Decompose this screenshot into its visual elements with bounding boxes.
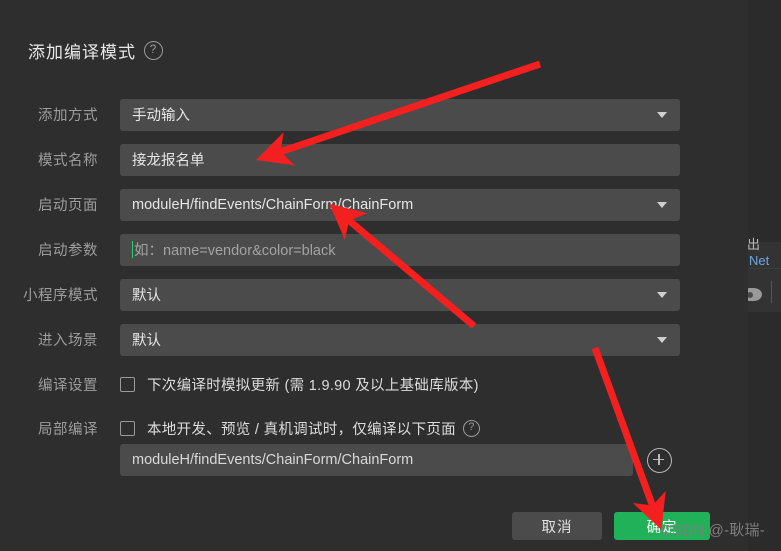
label-compile-settings: 编译设置 [38, 377, 98, 394]
label-miniprogram-mode: 小程序模式 [23, 288, 98, 304]
toolbar-divider [771, 281, 772, 303]
control-partial-compile: 本地开发、预览 / 真机调试时，仅编译以下页面 ? [120, 418, 748, 439]
input-start-params[interactable]: 如：name=vendor&color=black [120, 233, 680, 266]
checkbox-partial-compile-text: 本地开发、预览 / 真机调试时，仅编译以下页面 [147, 421, 456, 438]
input-compile-page[interactable]: moduleH/findEvents/ChainForm/ChainForm [120, 444, 633, 476]
devtools-panel-separator [748, 268, 781, 269]
control-mode-name: 接龙报名单 [120, 143, 748, 176]
control-enter-scene: 默认 [120, 323, 748, 356]
checkbox-simulate-update-label[interactable]: 下次编译时模拟更新 (需 1.9.90 及以上基础库版本) [147, 374, 479, 395]
form-row-add-method: 添加方式 手动输入 [0, 92, 748, 137]
control-start-page: moduleH/findEvents/ChainForm/ChainForm [120, 188, 748, 221]
input-mode-name[interactable]: 接龙报名单 [120, 143, 680, 176]
label-mode-name: 模式名称 [38, 153, 98, 169]
select-miniprogram-mode[interactable]: 默认 [120, 278, 680, 311]
input-mode-name-value: 接龙报名单 [132, 153, 205, 169]
question-circle-icon[interactable]: ? [144, 41, 163, 60]
label-partial-compile: 局部编译 [38, 421, 98, 438]
form-row-enter-scene: 进入场景 默认 [0, 317, 748, 362]
plus-circle-icon[interactable] [647, 447, 672, 473]
dialog-title: 添加编译模式 ? [28, 38, 163, 63]
devtools-tab-network[interactable]: Net [749, 253, 769, 268]
form-row-start-params: 启动参数 如：name=vendor&color=black [0, 227, 748, 272]
select-enter-scene-value: 默认 [132, 333, 161, 349]
chevron-down-icon [657, 336, 667, 343]
form-row-start-page: 启动页面 moduleH/findEvents/ChainForm/ChainF… [0, 182, 748, 227]
control-add-method: 手动输入 [120, 98, 748, 131]
checkbox-simulate-update-text: 下次编译时模拟更新 (需 1.9.90 及以上基础库版本) [147, 377, 479, 394]
chevron-down-icon [657, 291, 667, 298]
label-start-params: 启动参数 [38, 243, 98, 259]
input-start-params-placeholder: 如：name=vendor&color=black [134, 243, 336, 259]
input-compile-page-value: moduleH/findEvents/ChainForm/ChainForm [132, 452, 414, 468]
form-row-miniprogram-mode: 小程序模式 默认 [0, 272, 748, 317]
select-add-method[interactable]: 手动输入 [120, 98, 680, 131]
select-start-page-value: moduleH/findEvents/ChainForm/ChainForm [132, 196, 414, 213]
select-enter-scene[interactable]: 默认 [120, 323, 680, 356]
form-row-mode-name: 模式名称 接龙报名单 [0, 137, 748, 182]
label-start-page: 启动页面 [38, 198, 98, 214]
label-enter-scene: 进入场景 [38, 333, 98, 349]
screen-root: 出 Net 添加编译模式 ? 添加方式 手动输入 模式名称 接龙报名单 启动页面… [0, 0, 781, 551]
dialog-form: 添加方式 手动输入 模式名称 接龙报名单 启动页面 moduleH/findEv… [0, 92, 748, 450]
add-compile-mode-dialog: 添加编译模式 ? 添加方式 手动输入 模式名称 接龙报名单 启动页面 modul… [0, 0, 748, 551]
dialog-title-text: 添加编译模式 [28, 43, 136, 62]
editor-exit-label: 出 [747, 237, 761, 252]
checkbox-partial-compile-label[interactable]: 本地开发、预览 / 真机调试时，仅编译以下页面 ? [147, 418, 480, 439]
dialog-footer: 取消 确定 [0, 508, 748, 551]
cancel-button[interactable]: 取消 [512, 512, 602, 540]
watermark: CSDN @-耿瑞- [661, 522, 765, 539]
control-start-params: 如：name=vendor&color=black [120, 233, 748, 266]
select-miniprogram-mode-value: 默认 [132, 288, 161, 304]
partial-compile-page-row: moduleH/findEvents/ChainForm/ChainForm [120, 444, 672, 476]
select-start-page[interactable]: moduleH/findEvents/ChainForm/ChainForm [120, 188, 680, 221]
form-row-compile-settings: 编译设置 下次编译时模拟更新 (需 1.9.90 及以上基础库版本) [0, 362, 748, 406]
control-compile-settings: 下次编译时模拟更新 (需 1.9.90 及以上基础库版本) [120, 374, 748, 395]
chevron-down-icon [657, 201, 667, 208]
text-caret [132, 241, 133, 258]
select-add-method-value: 手动输入 [132, 108, 190, 124]
control-miniprogram-mode: 默认 [120, 278, 748, 311]
chevron-down-icon [657, 111, 667, 118]
label-add-method: 添加方式 [38, 108, 98, 124]
checkbox-simulate-update[interactable] [120, 376, 135, 392]
question-circle-icon[interactable]: ? [462, 419, 480, 437]
checkbox-partial-compile[interactable] [120, 420, 135, 436]
